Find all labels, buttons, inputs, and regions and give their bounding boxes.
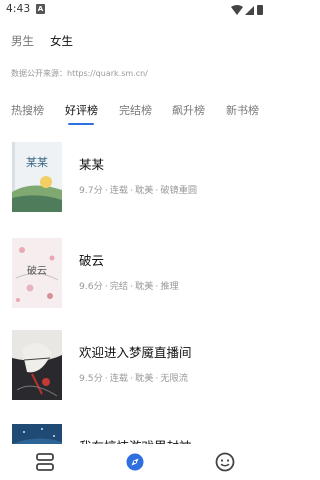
book-title: 欢迎进入梦魇直播间: [79, 345, 192, 360]
tab-male[interactable]: 男生: [11, 33, 34, 49]
tab-good-reviews[interactable]: 好评榜: [65, 102, 98, 118]
status-time: 4:43: [6, 3, 31, 15]
tab-completed[interactable]: 完结榜: [119, 102, 152, 118]
book-title: 破云: [79, 253, 105, 268]
book-cover: 破云: [12, 238, 62, 308]
status-bar: 4:43 A: [0, 0, 270, 20]
status-icons: [231, 5, 263, 15]
data-source-text: 数据公开来源：https://quark.sm.cn/: [11, 69, 148, 78]
notification-icon: A: [36, 4, 45, 14]
wifi-icon: [231, 5, 243, 15]
list-item[interactable]: 破云 破云 9.6分 · 完结 · 耽美 · 推理: [0, 238, 270, 318]
active-tab-indicator: [68, 123, 94, 125]
tab-female[interactable]: 女生: [50, 33, 73, 49]
bookshelf-icon[interactable]: [33, 450, 57, 474]
book-meta: 9.6分 · 完结 · 耽美 · 推理: [79, 281, 179, 292]
tab-new-books[interactable]: 新书榜: [226, 102, 259, 118]
category-tabs: 热搜榜 好评榜 完结榜 飙升榜 新书榜: [0, 102, 270, 126]
book-meta: 9.5分 · 连载 · 耽美 · 无限流: [79, 373, 188, 384]
book-meta: 9.7分 · 连载 · 耽美 · 破镜重圆: [79, 185, 198, 196]
book-cover: 某某: [12, 142, 62, 212]
tab-hot-search[interactable]: 热搜榜: [11, 102, 44, 118]
list-item[interactable]: 欢迎进入梦魇直播间 9.5分 · 连载 · 耽美 · 无限流: [0, 330, 270, 410]
discover-compass-icon[interactable]: [123, 450, 147, 474]
tab-rising[interactable]: 飙升榜: [172, 102, 205, 118]
list-item[interactable]: 某某 某某 9.7分 · 连载 · 耽美 · 破镜重圆: [0, 142, 270, 222]
battery-icon: [257, 5, 263, 15]
svg-text:某某: 某某: [26, 156, 48, 169]
book-cover: [12, 330, 62, 400]
svg-text:破云: 破云: [27, 264, 47, 277]
profile-face-icon[interactable]: [213, 450, 237, 474]
book-title: 某某: [79, 157, 105, 172]
bottom-nav: [0, 444, 270, 480]
signal-icon: [245, 6, 254, 15]
